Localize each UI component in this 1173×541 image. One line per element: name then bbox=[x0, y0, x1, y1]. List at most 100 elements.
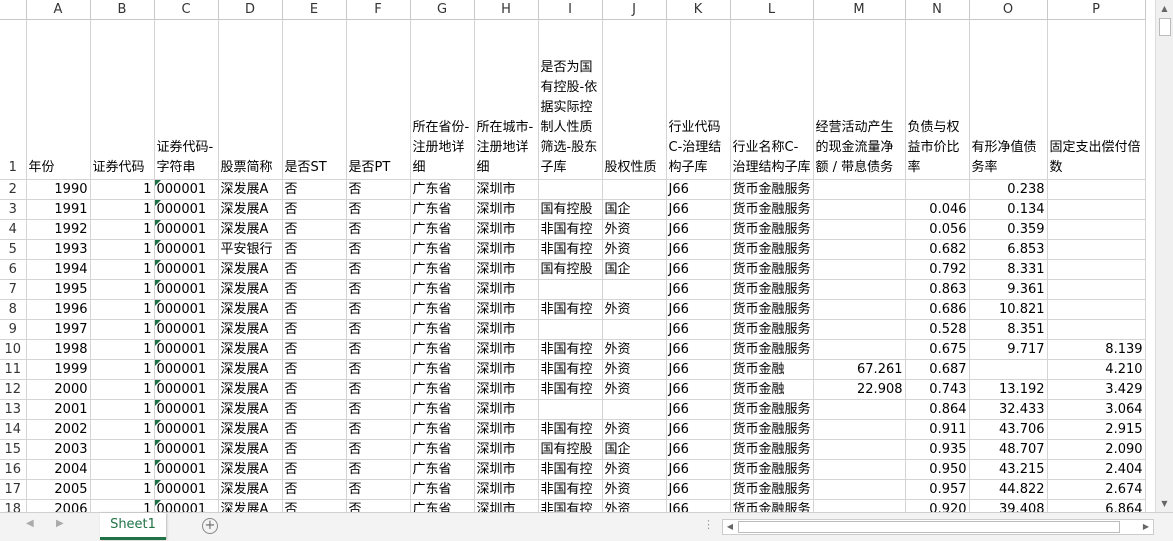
cell[interactable]: 1 bbox=[90, 399, 155, 420]
cell[interactable]: 货币金融服务 bbox=[730, 319, 814, 340]
cell[interactable]: 0.046 bbox=[905, 199, 970, 220]
cell[interactable]: 否 bbox=[346, 299, 411, 320]
cell[interactable]: 否 bbox=[282, 219, 347, 240]
cell[interactable] bbox=[813, 179, 906, 200]
row-header[interactable]: 17 bbox=[0, 479, 27, 500]
cell[interactable]: 外资 bbox=[602, 299, 667, 320]
cell[interactable]: 39.408 bbox=[969, 499, 1048, 512]
cell[interactable]: J66 bbox=[666, 379, 731, 400]
cell[interactable]: 非国有控 bbox=[538, 339, 603, 360]
cell[interactable]: 非国有控 bbox=[538, 239, 603, 260]
cell[interactable]: 国有控股 bbox=[538, 439, 603, 460]
cell[interactable]: 否 bbox=[346, 419, 411, 440]
cell[interactable]: 0.134 bbox=[969, 199, 1048, 220]
cell[interactable]: 否 bbox=[282, 239, 347, 260]
cell[interactable]: 0.359 bbox=[969, 219, 1048, 240]
cell[interactable]: J66 bbox=[666, 219, 731, 240]
cell[interactable]: 广东省 bbox=[410, 239, 475, 260]
cell[interactable]: 1996 bbox=[26, 299, 91, 320]
cell[interactable]: 深发展A bbox=[218, 379, 283, 400]
cell[interactable]: 1 bbox=[90, 419, 155, 440]
cell[interactable] bbox=[813, 339, 906, 360]
prev-sheet-icon[interactable]: ◀ bbox=[26, 518, 34, 529]
cell[interactable] bbox=[538, 179, 603, 200]
column-header-o[interactable]: O bbox=[969, 0, 1048, 20]
cell[interactable]: 广东省 bbox=[410, 259, 475, 280]
cell[interactable]: 000001 bbox=[154, 199, 219, 220]
cell[interactable]: 广东省 bbox=[410, 179, 475, 200]
cell[interactable]: 否 bbox=[346, 219, 411, 240]
cell[interactable]: 深圳市 bbox=[474, 199, 539, 220]
cell[interactable]: 1993 bbox=[26, 239, 91, 260]
cell[interactable]: 外资 bbox=[602, 339, 667, 360]
row-header[interactable]: 10 bbox=[0, 339, 27, 360]
cell[interactable]: 2002 bbox=[26, 419, 91, 440]
cell[interactable]: 1 bbox=[90, 199, 155, 220]
cell[interactable]: 外资 bbox=[602, 359, 667, 380]
cell[interactable]: 深发展A bbox=[218, 459, 283, 480]
column-header-g[interactable]: G bbox=[410, 0, 475, 20]
cell[interactable]: 外资 bbox=[602, 219, 667, 240]
sheet-tab-sheet1[interactable]: Sheet1 bbox=[100, 513, 166, 540]
column-header-b[interactable]: B bbox=[90, 0, 155, 20]
horizontal-scroll-thumb[interactable] bbox=[738, 521, 1120, 533]
cell[interactable]: 深发展A bbox=[218, 339, 283, 360]
cell[interactable]: 否 bbox=[282, 399, 347, 420]
cell[interactable]: 2000 bbox=[26, 379, 91, 400]
cell[interactable]: 否 bbox=[346, 479, 411, 500]
cell[interactable]: 否 bbox=[346, 259, 411, 280]
cell[interactable]: 深发展A bbox=[218, 359, 283, 380]
cell[interactable]: 1 bbox=[90, 439, 155, 460]
cell[interactable]: 深圳市 bbox=[474, 279, 539, 300]
cell[interactable]: 深圳市 bbox=[474, 179, 539, 200]
cell[interactable]: 8.331 bbox=[969, 259, 1048, 280]
cell[interactable]: 否 bbox=[282, 279, 347, 300]
cell[interactable]: 非国有控 bbox=[538, 219, 603, 240]
cell[interactable]: J66 bbox=[666, 339, 731, 360]
cell[interactable]: 深圳市 bbox=[474, 439, 539, 460]
cell[interactable]: 货币金融服务 bbox=[730, 239, 814, 260]
row-header[interactable]: 8 bbox=[0, 299, 27, 320]
cell[interactable]: 国企 bbox=[602, 439, 667, 460]
cell[interactable]: 否 bbox=[282, 199, 347, 220]
cell[interactable] bbox=[813, 459, 906, 480]
cell[interactable] bbox=[602, 399, 667, 420]
cell[interactable]: 000001 bbox=[154, 399, 219, 420]
cell[interactable] bbox=[1047, 239, 1146, 260]
cell[interactable]: 1 bbox=[90, 239, 155, 260]
cell[interactable]: 否 bbox=[282, 339, 347, 360]
cell[interactable]: 0.863 bbox=[905, 279, 970, 300]
cell[interactable]: 外资 bbox=[602, 479, 667, 500]
cell[interactable] bbox=[813, 199, 906, 220]
cell[interactable]: 0.935 bbox=[905, 439, 970, 460]
cell[interactable]: 广东省 bbox=[410, 399, 475, 420]
cell[interactable]: 0.675 bbox=[905, 339, 970, 360]
cell[interactable] bbox=[538, 279, 603, 300]
cell[interactable] bbox=[1047, 299, 1146, 320]
cell[interactable]: J66 bbox=[666, 299, 731, 320]
header-cell[interactable]: 证券代码 bbox=[90, 19, 155, 180]
cell[interactable]: 货币金融服务 bbox=[730, 279, 814, 300]
cell[interactable]: 1 bbox=[90, 479, 155, 500]
cell[interactable]: 否 bbox=[346, 399, 411, 420]
cell[interactable]: J66 bbox=[666, 279, 731, 300]
row-header[interactable]: 12 bbox=[0, 379, 27, 400]
cell[interactable] bbox=[813, 419, 906, 440]
cell[interactable]: 0.792 bbox=[905, 259, 970, 280]
row-header[interactable]: 9 bbox=[0, 319, 27, 340]
cell[interactable]: 广东省 bbox=[410, 459, 475, 480]
cell[interactable]: 非国有控 bbox=[538, 299, 603, 320]
cell[interactable]: 非国有控 bbox=[538, 379, 603, 400]
cell[interactable]: 000001 bbox=[154, 339, 219, 360]
cell[interactable]: 否 bbox=[282, 499, 347, 512]
cell[interactable] bbox=[813, 239, 906, 260]
splitter-dots[interactable]: ⋮ bbox=[703, 518, 714, 531]
cell[interactable]: 1995 bbox=[26, 279, 91, 300]
cell[interactable]: 否 bbox=[282, 419, 347, 440]
cell[interactable]: 1992 bbox=[26, 219, 91, 240]
cell[interactable]: 1994 bbox=[26, 259, 91, 280]
cell[interactable]: 深圳市 bbox=[474, 239, 539, 260]
cell[interactable]: 0.957 bbox=[905, 479, 970, 500]
cell[interactable]: 深发展A bbox=[218, 399, 283, 420]
column-header-m[interactable]: M bbox=[813, 0, 906, 20]
